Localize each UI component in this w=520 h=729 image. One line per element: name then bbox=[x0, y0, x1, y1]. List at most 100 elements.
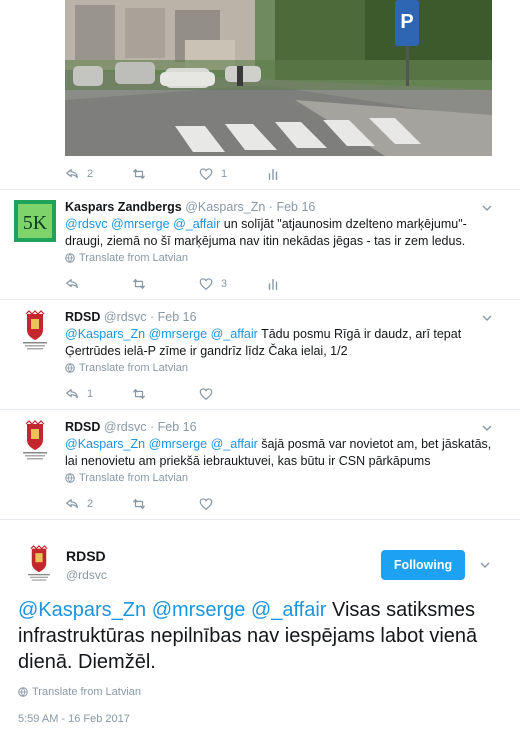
retweet-icon bbox=[133, 499, 145, 509]
reply-tweet: RDSD @rdsvc · Feb 16 @Kaspars_Zn @mrserg… bbox=[0, 410, 520, 520]
tweet-header: RDSD @rdsvc · Feb 16 bbox=[65, 310, 197, 324]
tweet-actions: 2 bbox=[65, 496, 266, 512]
chevron-down-icon[interactable] bbox=[482, 203, 492, 213]
user-handle[interactable]: @rdsvc bbox=[104, 310, 147, 324]
mention-link[interactable]: @Kaspars_Zn bbox=[18, 599, 146, 621]
translate-link[interactable]: Translate from Latvian bbox=[18, 686, 141, 698]
mention-link[interactable]: @Kaspars_Zn bbox=[65, 327, 145, 341]
tweet-timestamp[interactable]: 5:59 AM - 16 Feb 2017 bbox=[18, 713, 130, 725]
chevron-down-icon[interactable] bbox=[482, 313, 492, 323]
tweet-time[interactable]: Feb 16 bbox=[158, 310, 197, 324]
reply-tweet: RDSD @rdsvc · Feb 16 @Kaspars_Zn @mrserg… bbox=[0, 300, 520, 410]
translate-label: Translate from Latvian bbox=[79, 472, 189, 484]
reply-count: 2 bbox=[87, 498, 94, 510]
following-button[interactable]: Following bbox=[381, 550, 465, 580]
user-handle[interactable]: @rdsvc bbox=[104, 420, 147, 434]
like-icon bbox=[199, 388, 213, 401]
user-handle[interactable]: @Kaspars_Zn bbox=[185, 200, 265, 214]
tweet-text: @Kaspars_Zn @mrserge @_affair Tādu posmu… bbox=[65, 326, 495, 360]
like-button[interactable]: 3 bbox=[199, 277, 266, 291]
coat-of-arms-logo bbox=[14, 310, 56, 352]
coat-of-arms-logo bbox=[14, 420, 56, 462]
avatar-text: 5K bbox=[23, 212, 48, 234]
mention-link[interactable]: @_affair bbox=[211, 437, 258, 451]
reply-button[interactable]: 2 bbox=[65, 497, 132, 511]
tweet-time[interactable]: Feb 16 bbox=[276, 200, 315, 214]
tweet-actions: 2 1 bbox=[65, 166, 333, 182]
reply-tweet: 5K Kaspars Zandbergs @Kaspars_Zn · Feb 1… bbox=[0, 190, 520, 300]
retweet-button[interactable] bbox=[132, 497, 199, 511]
translate-label: Translate from Latvian bbox=[79, 362, 189, 374]
translate-label: Translate from Latvian bbox=[79, 252, 189, 264]
chevron-down-icon[interactable] bbox=[480, 560, 490, 570]
tweet-text: @Kaspars_Zn @mrserge @_affair Visas sati… bbox=[18, 597, 508, 675]
chevron-down-icon[interactable] bbox=[482, 423, 492, 433]
translate-link[interactable]: Translate from Latvian bbox=[65, 472, 188, 484]
separator-dot: · bbox=[149, 420, 155, 434]
mention-link[interactable]: @_affair bbox=[211, 327, 258, 341]
reply-icon bbox=[66, 169, 78, 179]
reply-count: 2 bbox=[87, 168, 94, 180]
reply-count: 1 bbox=[87, 388, 94, 400]
like-icon bbox=[199, 168, 213, 181]
avatar[interactable] bbox=[20, 545, 58, 583]
tweet-header: RDSD @rdsvc · Feb 16 bbox=[65, 420, 197, 434]
mention-link[interactable]: @_affair bbox=[173, 217, 220, 231]
like-count: 3 bbox=[221, 278, 228, 290]
retweet-icon bbox=[133, 279, 145, 289]
mention-link[interactable]: @_affair bbox=[251, 599, 327, 621]
street-photo[interactable]: P bbox=[65, 0, 492, 156]
translate-link[interactable]: Translate from Latvian bbox=[65, 362, 188, 374]
reply-button[interactable]: 1 bbox=[65, 387, 132, 401]
mention-link[interactable]: @mrserge bbox=[152, 599, 246, 621]
avatar[interactable]: 5K bbox=[14, 200, 56, 242]
mention-link[interactable]: @mrserge bbox=[111, 217, 170, 231]
like-icon bbox=[199, 278, 213, 291]
tweet-actions: 3 bbox=[65, 276, 333, 292]
translate-link[interactable]: Translate from Latvian bbox=[65, 252, 188, 264]
svg-text:P: P bbox=[400, 11, 413, 33]
like-button[interactable] bbox=[199, 497, 266, 511]
mention-link[interactable]: @rdsvc bbox=[65, 217, 108, 231]
reply-button[interactable]: 2 bbox=[65, 167, 132, 181]
globe-icon bbox=[18, 687, 28, 697]
tweet-text: @Kaspars_Zn @mrserge @_affair šajā posmā… bbox=[65, 436, 495, 470]
like-count: 1 bbox=[221, 168, 228, 180]
globe-icon bbox=[65, 363, 75, 373]
retweet-button[interactable] bbox=[132, 167, 199, 181]
avatar[interactable] bbox=[14, 310, 56, 352]
retweet-icon bbox=[133, 169, 145, 179]
user-handle[interactable]: @rdsvc bbox=[66, 568, 107, 582]
globe-icon bbox=[65, 253, 75, 263]
reply-icon bbox=[66, 389, 78, 399]
coat-of-arms-logo bbox=[20, 545, 58, 583]
tweet-time[interactable]: Feb 16 bbox=[158, 420, 197, 434]
separator-dot: · bbox=[149, 310, 155, 324]
like-button[interactable]: 1 bbox=[199, 167, 266, 181]
display-name[interactable]: RDSD bbox=[65, 420, 100, 434]
like-button[interactable] bbox=[199, 387, 266, 401]
mention-link[interactable]: @mrserge bbox=[149, 327, 208, 341]
mention-link[interactable]: @mrserge bbox=[149, 437, 208, 451]
avatar[interactable] bbox=[14, 420, 56, 462]
display-name[interactable]: RDSD bbox=[66, 548, 106, 564]
separator-dot: · bbox=[268, 200, 273, 214]
street-photo-image: P bbox=[65, 0, 492, 156]
retweet-button[interactable] bbox=[132, 387, 199, 401]
analytics-icon bbox=[268, 278, 278, 290]
display-name[interactable]: RDSD bbox=[65, 310, 100, 324]
retweet-button[interactable] bbox=[132, 277, 199, 291]
mention-link[interactable]: @Kaspars_Zn bbox=[65, 437, 145, 451]
analytics-icon bbox=[268, 168, 278, 180]
analytics-button[interactable] bbox=[266, 277, 333, 291]
globe-icon bbox=[65, 473, 75, 483]
avatar-image: 5K bbox=[14, 200, 56, 242]
analytics-button[interactable] bbox=[266, 167, 333, 181]
tweet-header: Kaspars Zandbergs @Kaspars_Zn · Feb 16 bbox=[65, 200, 315, 214]
translate-label: Translate from Latvian bbox=[32, 686, 142, 698]
photo-tweet: P 2 1 bbox=[0, 0, 520, 190]
display-name[interactable]: Kaspars Zandbergs bbox=[65, 200, 182, 214]
reply-icon bbox=[66, 499, 78, 509]
like-icon bbox=[199, 498, 213, 511]
reply-button[interactable] bbox=[65, 277, 132, 291]
